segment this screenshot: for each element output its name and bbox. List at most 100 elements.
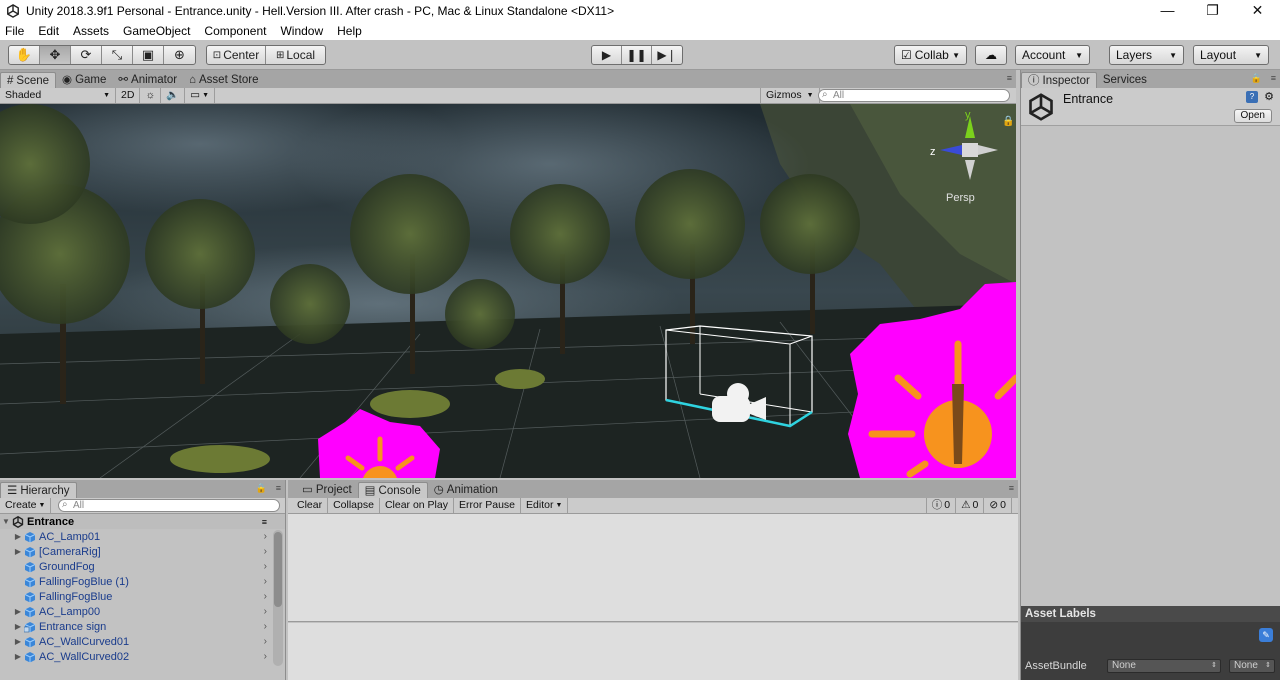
chevron-right-icon[interactable]: › [264,606,267,617]
console-log-area[interactable] [288,514,1018,622]
open-button[interactable]: Open [1233,109,1272,123]
hierarchy-item[interactable]: FallingFogBlue (1) › [12,574,285,589]
account-dropdown[interactable]: Account ▼ [1015,45,1090,65]
panel-menu-icon[interactable]: ≡ [1009,483,1014,493]
tab-animator[interactable]: ⚯ Animator [112,72,183,88]
scene-viewport[interactable]: 🔒 y z Persp [0,104,1016,478]
layout-dropdown[interactable]: Layout ▼ [1193,45,1269,65]
label-tag-icon[interactable]: ✎ [1259,628,1273,642]
hierarchy-item[interactable]: ▶ [CameraRig] › [12,544,285,559]
lock-icon[interactable]: 🔒 [1251,73,1262,84]
warning-filter-toggle[interactable]: ⚠ 0 [956,498,985,513]
menu-edit[interactable]: Edit [38,24,59,38]
expand-arrow-icon[interactable]: ▶ [12,532,24,541]
move-tool-button[interactable]: ✥ [40,46,71,64]
console-collapse-button[interactable]: Collapse [328,498,380,513]
expand-arrow-icon[interactable]: ▶ [12,622,24,631]
rotate-tool-button[interactable]: ⟳ [71,46,102,64]
play-button[interactable]: ▶ [592,46,622,64]
lock-icon[interactable]: 🔒 [1002,115,1014,127]
persp-label[interactable]: Persp [946,192,975,204]
hierarchy-item[interactable]: GroundFog › [12,559,285,574]
menu-icon[interactable]: ≡ [262,517,267,527]
shading-dropdown[interactable]: Shaded ▼ [0,88,116,103]
tab-asset-store[interactable]: ⌂ Asset Store [183,72,264,88]
console-error-pause-button[interactable]: Error Pause [454,498,522,513]
tab-inspector[interactable]: ⓘ Inspector [1021,72,1097,88]
rect-tool-button[interactable]: ▣ [133,46,164,64]
lock-icon[interactable]: 🔒 [256,483,267,494]
chevron-right-icon[interactable]: › [264,546,267,557]
tab-hierarchy[interactable]: ☰ Hierarchy [0,482,77,498]
collab-dropdown[interactable]: ☑ Collab ▼ [894,45,967,65]
space-local-button[interactable]: ⊞ Local [266,46,325,64]
tab-services[interactable]: Services [1097,72,1153,88]
help-icon[interactable]: ? [1246,91,1258,103]
tab-scene[interactable]: # Scene [0,72,57,88]
layers-dropdown[interactable]: Layers ▼ [1109,45,1184,65]
audio-toggle[interactable]: 🔈 [161,88,186,103]
menu-component[interactable]: Component [204,24,266,38]
expand-arrow-icon[interactable]: ▶ [12,637,24,646]
expand-arrow-icon[interactable]: ▼ [0,517,12,526]
hierarchy-item[interactable]: ▶ AC_WallCurved02 › [12,649,285,664]
menu-gameobject[interactable]: GameObject [123,24,190,38]
chevron-right-icon[interactable]: › [264,561,267,572]
hierarchy-search-input[interactable]: All [58,499,280,512]
hierarchy-item[interactable]: ▶ AC_Lamp01 › [12,529,285,544]
scale-tool-button[interactable]: ⤡ [102,46,133,64]
expand-arrow-icon[interactable]: ▶ [12,652,24,661]
scene-root-row[interactable]: ▼ Entrance ≡ [0,514,285,529]
pivot-center-button[interactable]: ⊡ Center [207,46,267,64]
console-clear-on-play-button[interactable]: Clear on Play [380,498,454,513]
console-clear-button[interactable]: Clear [292,498,329,513]
chevron-right-icon[interactable]: › [264,651,267,662]
gear-icon[interactable]: ⚙ [1264,90,1274,103]
close-button[interactable]: ✕ [1235,0,1280,22]
tab-project[interactable]: ▭ Project [296,482,358,498]
menu-assets[interactable]: Assets [73,24,109,38]
panel-menu-icon[interactable]: ≡ [1007,73,1012,83]
chevron-right-icon[interactable]: › [264,621,267,632]
tab-console[interactable]: ▤ Console [357,482,428,498]
create-dropdown[interactable]: Create ▼ [0,498,52,513]
minimize-button[interactable]: — [1145,0,1190,22]
asset-variant-dropdown[interactable]: None ⇕ [1229,659,1275,673]
chevron-right-icon[interactable]: › [264,531,267,542]
error-filter-toggle[interactable]: ⊘ 0 [984,498,1012,513]
pivot-label: Center [223,48,260,62]
menu-help[interactable]: Help [337,24,362,38]
hierarchy-item[interactable]: ▶ AC_WallCurved01 › [12,634,285,649]
console-editor-dropdown[interactable]: Editor ▼ [521,498,569,513]
console-detail-area[interactable] [288,623,1018,680]
effects-dropdown[interactable]: ▭ ▼ [185,88,215,103]
menu-file[interactable]: File [5,24,24,38]
step-button[interactable]: ▶❘ [652,46,682,64]
tab-game[interactable]: ◉ Game [56,72,112,88]
maximize-button[interactable]: ❐ [1190,0,1235,22]
expand-arrow-icon[interactable]: ▶ [12,547,24,556]
scene-search-input[interactable]: All [818,89,1010,102]
hierarchy-scrollbar[interactable] [273,530,283,666]
transform-tool-button[interactable]: ⊕ [164,46,195,64]
gizmos-dropdown[interactable]: Gizmos ▼ [760,88,820,103]
expand-arrow-icon[interactable]: ▶ [12,607,24,616]
menu-window[interactable]: Window [280,24,323,38]
lighting-toggle[interactable]: ☼ [140,88,162,103]
chevron-right-icon[interactable]: › [264,591,267,602]
panel-menu-icon[interactable]: ≡ [276,483,281,493]
panel-menu-icon[interactable]: ≡ [1271,73,1276,83]
info-filter-toggle[interactable]: ⓘ 0 [925,498,957,513]
chevron-right-icon[interactable]: › [264,576,267,587]
cloud-button[interactable]: ☁ [975,45,1007,65]
hand-tool-button[interactable]: ✋ [9,46,40,64]
hierarchy-item[interactable]: FallingFogBlue › [12,589,285,604]
hierarchy-item[interactable]: ▶ AC_Lamp00 › [12,604,285,619]
tab-animation[interactable]: ◷ Animation [428,482,504,498]
hierarchy-item[interactable]: ▶ Entrance sign › [12,619,285,634]
chevron-right-icon[interactable]: › [264,636,267,647]
asset-bundle-dropdown[interactable]: None ⇕ [1107,659,1221,673]
scrollbar-thumb[interactable] [274,532,282,607]
pause-button[interactable]: ❚❚ [622,46,652,64]
2d-toggle[interactable]: 2D [116,88,141,103]
